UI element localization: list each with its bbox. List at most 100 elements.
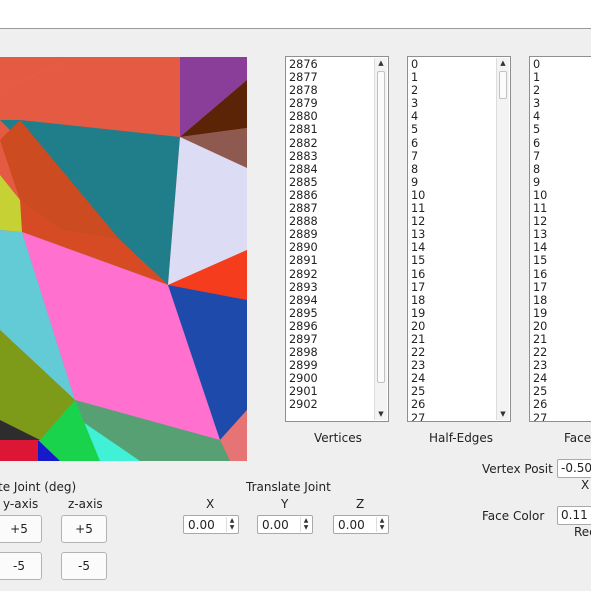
list-item[interactable]: 11: [533, 202, 547, 215]
list-item[interactable]: 23: [533, 359, 547, 372]
list-item[interactable]: 10: [533, 189, 547, 202]
list-item[interactable]: 2876: [289, 58, 318, 71]
list-item[interactable]: 24: [533, 372, 547, 385]
list-item[interactable]: 20: [411, 320, 425, 333]
list-item[interactable]: 2894: [289, 294, 318, 307]
scroll-down-arrow-icon[interactable]: ▼: [375, 409, 387, 420]
list-item[interactable]: 9: [411, 176, 425, 189]
list-item[interactable]: 2881: [289, 123, 318, 136]
list-item[interactable]: 2900: [289, 372, 318, 385]
list-item[interactable]: 14: [411, 241, 425, 254]
list-item[interactable]: 2901: [289, 385, 318, 398]
list-item[interactable]: 19: [533, 307, 547, 320]
list-item[interactable]: 4: [411, 110, 425, 123]
list-item[interactable]: 18: [411, 294, 425, 307]
list-item[interactable]: 5: [533, 123, 547, 136]
list-item[interactable]: 17: [533, 281, 547, 294]
list-item[interactable]: 2891: [289, 254, 318, 267]
list-item[interactable]: 2892: [289, 268, 318, 281]
list-item[interactable]: 7: [533, 150, 547, 163]
scroll-down-arrow-icon[interactable]: ▼: [497, 409, 509, 420]
list-item[interactable]: 4: [533, 110, 547, 123]
spin-arrows-icon[interactable]: ▲ ▼: [300, 517, 311, 532]
list-item[interactable]: 1: [533, 71, 547, 84]
list-item[interactable]: 2887: [289, 202, 318, 215]
list-item[interactable]: 12: [533, 215, 547, 228]
list-item[interactable]: 19: [411, 307, 425, 320]
translate-x-spinbox[interactable]: 0.00 ▲ ▼: [183, 515, 239, 534]
list-item[interactable]: 14: [533, 241, 547, 254]
rotate-z-minus-button[interactable]: -5: [61, 552, 107, 580]
list-item[interactable]: 8: [533, 163, 547, 176]
list-item[interactable]: 2880: [289, 110, 318, 123]
scroll-thumb[interactable]: [377, 71, 385, 383]
face-color-red-field[interactable]: 0.11: [557, 506, 591, 525]
list-item[interactable]: 3: [411, 97, 425, 110]
list-item[interactable]: 2877: [289, 71, 318, 84]
list-item[interactable]: 18: [533, 294, 547, 307]
list-item[interactable]: 2884: [289, 163, 318, 176]
list-item[interactable]: 22: [411, 346, 425, 359]
list-item[interactable]: 11: [411, 202, 425, 215]
list-item[interactable]: 0: [533, 58, 547, 71]
list-item[interactable]: 26: [411, 398, 425, 411]
scroll-up-arrow-icon[interactable]: ▲: [497, 58, 509, 69]
list-item[interactable]: 0: [411, 58, 425, 71]
vertex-position-x-field[interactable]: -0.50: [557, 459, 591, 478]
list-item[interactable]: 1: [411, 71, 425, 84]
list-item[interactable]: 2896: [289, 320, 318, 333]
list-item[interactable]: 16: [411, 268, 425, 281]
list-item[interactable]: 2893: [289, 281, 318, 294]
halfedges-list[interactable]: 0 1 2 3 4 5 6 7 8 9 10 11 12 13 14 15 16 17 18 19 20 21 22 23 24…: [407, 56, 511, 422]
list-item[interactable]: 2878: [289, 84, 318, 97]
list-item[interactable]: 3: [533, 97, 547, 110]
scroll-up-arrow-icon[interactable]: ▲: [375, 58, 387, 69]
list-item[interactable]: 2: [533, 84, 547, 97]
list-item[interactable]: 21: [533, 333, 547, 346]
rotate-y-minus-button[interactable]: -5: [0, 552, 42, 580]
list-item[interactable]: 21: [411, 333, 425, 346]
translate-z-spinbox[interactable]: 0.00 ▲ ▼: [333, 515, 389, 534]
list-item[interactable]: 8: [411, 163, 425, 176]
list-item[interactable]: 2899: [289, 359, 318, 372]
list-item[interactable]: 10: [411, 189, 425, 202]
list-item[interactable]: 2889: [289, 228, 318, 241]
mesh-viewport[interactable]: [0, 57, 247, 461]
rotate-y-plus-button[interactable]: +5: [0, 515, 42, 543]
spin-arrows-icon[interactable]: ▲ ▼: [226, 517, 237, 532]
list-item[interactable]: 2897: [289, 333, 318, 346]
list-item[interactable]: 27: [533, 412, 547, 421]
list-item[interactable]: 16: [533, 268, 547, 281]
rotate-z-plus-button[interactable]: +5: [61, 515, 107, 543]
vertices-list[interactable]: 2876 2877 2878 2879 2880 2881 2882 2883 2884 2885…: [285, 56, 389, 422]
list-item[interactable]: 26: [533, 398, 547, 411]
translate-y-spinbox[interactable]: 0.00 ▲ ▼: [257, 515, 313, 534]
list-item[interactable]: 2902: [289, 398, 318, 411]
list-item[interactable]: 6: [411, 137, 425, 150]
faces-list[interactable]: 0 1 2 3 4 5 6 7 8 9 10 11 12 13 14 15 16 17 18 19 20 21 22 23 24…: [529, 56, 591, 422]
list-item[interactable]: 25: [411, 385, 425, 398]
list-item[interactable]: 2898: [289, 346, 318, 359]
list-item[interactable]: 6: [533, 137, 547, 150]
vertices-scrollbar[interactable]: ▲ ▼: [374, 58, 387, 420]
list-item[interactable]: 2882: [289, 137, 318, 150]
list-item[interactable]: 15: [411, 254, 425, 267]
list-item[interactable]: 2895: [289, 307, 318, 320]
list-item[interactable]: 23: [411, 359, 425, 372]
list-item[interactable]: 2888: [289, 215, 318, 228]
list-item[interactable]: 12: [411, 215, 425, 228]
list-item[interactable]: 17: [411, 281, 425, 294]
scroll-thumb[interactable]: [499, 71, 507, 99]
list-item[interactable]: 13: [533, 228, 547, 241]
list-item[interactable]: 24: [411, 372, 425, 385]
spin-arrows-icon[interactable]: ▲ ▼: [376, 517, 387, 532]
list-item[interactable]: 25: [533, 385, 547, 398]
list-item[interactable]: 2890: [289, 241, 318, 254]
list-item[interactable]: 13: [411, 228, 425, 241]
list-item[interactable]: 2885: [289, 176, 318, 189]
list-item[interactable]: 15: [533, 254, 547, 267]
list-item[interactable]: 20: [533, 320, 547, 333]
list-item[interactable]: 2886: [289, 189, 318, 202]
list-item[interactable]: 7: [411, 150, 425, 163]
halfedges-scrollbar[interactable]: ▲ ▼: [496, 58, 509, 420]
